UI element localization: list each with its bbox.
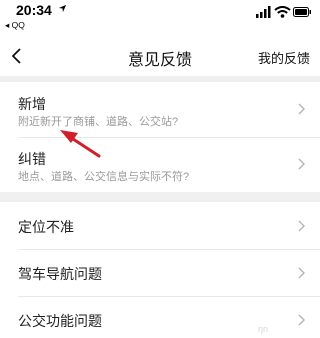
battery-icon <box>293 7 311 17</box>
list-item-title: 公交功能问题 <box>18 313 102 329</box>
list-item-title: 纠错 <box>18 151 46 167</box>
chevron-right-icon <box>298 158 305 170</box>
chevron-right-icon <box>298 267 305 279</box>
chevron-right-icon <box>298 220 305 232</box>
feedback-group-issues: 定位不准 驾车导航问题 公交功能问题 <box>0 202 320 338</box>
list-item-subtitle: 地点、道路、公交信息与实际不符? <box>18 171 190 183</box>
status-icons <box>256 6 311 18</box>
status-bar: 20:34 ◂ QQ <box>0 0 320 36</box>
status-time: 20:34 <box>16 2 52 18</box>
watermark: ŋn <box>257 324 268 334</box>
chevron-right-icon <box>298 314 305 326</box>
list-item-transit-function[interactable]: 公交功能问题 <box>0 296 320 338</box>
list-item-correction[interactable]: 纠错 地点、道路、公交信息与实际不符? <box>0 137 320 192</box>
list-item-driving-navigation[interactable]: 驾车导航问题 <box>0 249 320 296</box>
list-item-title: 新增 <box>18 96 46 112</box>
list-item-title: 驾车导航问题 <box>18 266 102 282</box>
location-arrow-icon <box>58 4 67 13</box>
list-item-subtitle: 附近新开了商铺、道路、公交站? <box>18 116 179 128</box>
list-item-title: 定位不准 <box>18 219 74 235</box>
feedback-group-primary: 新增 附近新开了商铺、道路、公交站? 纠错 地点、道路、公交信息与实际不符? <box>0 82 320 192</box>
nav-bar: 意见反馈 我的反馈 <box>0 36 320 76</box>
list-item-add[interactable]: 新增 附近新开了商铺、道路、公交站? <box>0 82 320 137</box>
list-item-inaccurate-location[interactable]: 定位不准 <box>0 202 320 249</box>
my-feedback-link[interactable]: 我的反馈 <box>258 48 310 67</box>
signal-icon <box>256 6 271 18</box>
wifi-icon <box>274 6 291 18</box>
chevron-right-icon <box>298 103 305 115</box>
back-to-app-label[interactable]: ◂ QQ <box>5 20 25 31</box>
